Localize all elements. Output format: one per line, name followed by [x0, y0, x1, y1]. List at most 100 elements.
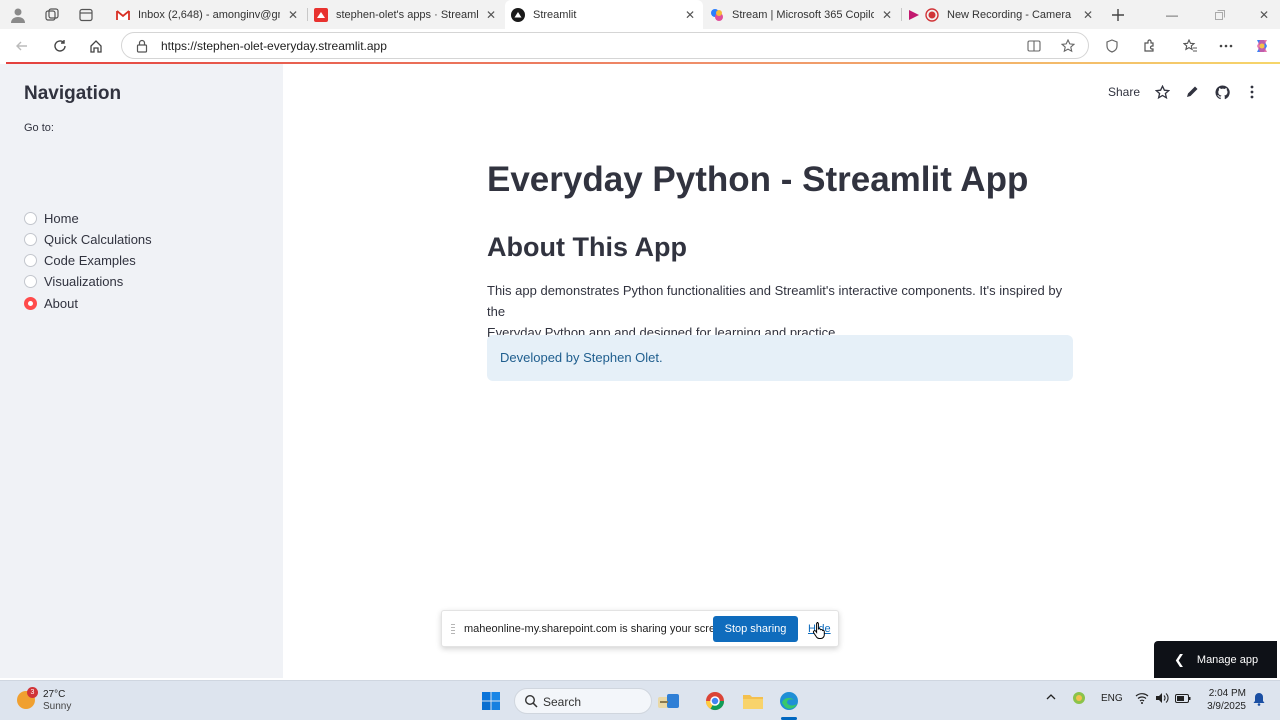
- windows-start-icon[interactable]: [478, 688, 504, 714]
- search-icon: [524, 694, 538, 708]
- minimize-icon[interactable]: —: [1156, 0, 1188, 29]
- home-icon[interactable]: [85, 35, 107, 57]
- tab-title: Streamlit: [533, 8, 577, 21]
- taskbar-search[interactable]: Search: [514, 688, 652, 714]
- nav-option-visualizations[interactable]: Visualizations: [24, 272, 123, 290]
- tab-camera[interactable]: New Recording - Camera ✕: [903, 0, 1101, 29]
- extensions-icon[interactable]: [1138, 35, 1160, 57]
- hand-cursor-icon: [812, 622, 825, 639]
- file-explorer-icon[interactable]: [740, 688, 766, 714]
- weather-temp: 27°C: [43, 689, 66, 700]
- app-toolbar: Share: [1108, 81, 1260, 103]
- main-content: Share Everyday Python - Streamlit App Ab…: [283, 64, 1280, 678]
- sidebar-title: Navigation: [24, 83, 122, 104]
- close-tab-icon[interactable]: ✕: [484, 8, 498, 22]
- manage-app-label: Manage app: [1196, 653, 1259, 666]
- nav-option-quick-calculations[interactable]: Quick Calculations: [24, 230, 152, 248]
- language-indicator[interactable]: ENG: [1101, 693, 1123, 704]
- nav-option-label: Home: [44, 210, 79, 226]
- nav-option-about[interactable]: About: [24, 294, 78, 312]
- tab-streamlit-apps[interactable]: stephen-olet's apps · Streamlit ✕: [308, 0, 504, 29]
- refresh-icon[interactable]: [49, 35, 71, 57]
- radio-button[interactable]: [24, 232, 37, 246]
- streamlit-apps-icon: [314, 7, 328, 22]
- tab-streamlit[interactable]: Streamlit ✕: [505, 0, 703, 29]
- recording-icon: [925, 7, 939, 22]
- restore-icon[interactable]: [1204, 0, 1236, 29]
- volume-icon[interactable]: [1155, 692, 1169, 707]
- github-icon[interactable]: [1214, 84, 1230, 100]
- screen-share-notification: maheonline-my.sharepoint.com is sharing …: [441, 610, 839, 647]
- radio-button[interactable]: [24, 253, 37, 267]
- widgets-icon[interactable]: [656, 688, 682, 714]
- edit-icon[interactable]: [1184, 84, 1200, 100]
- chrome-icon[interactable]: [702, 688, 728, 714]
- clipchamp-icon: [909, 9, 919, 20]
- workspaces-icon[interactable]: [42, 5, 62, 25]
- back-icon[interactable]: [11, 35, 33, 57]
- tab-separator: [901, 8, 902, 21]
- tab-gmail[interactable]: Inbox (2,648) - amonginv@gmail ✕: [110, 0, 306, 29]
- search-placeholder: Search: [543, 695, 582, 709]
- about-paragraph: This app demonstrates Python functionali…: [487, 280, 1077, 343]
- nav-option-label: Quick Calculations: [44, 231, 152, 247]
- section-heading: About This App: [487, 232, 687, 262]
- tab-stream[interactable]: Stream | Microsoft 365 Copilot ✕: [704, 0, 900, 29]
- info-text: Developed by Stephen Olet.: [500, 350, 663, 365]
- streamlit-icon: [511, 7, 525, 22]
- split-screen-icon[interactable]: [1026, 38, 1042, 54]
- kebab-menu-icon[interactable]: [1244, 84, 1260, 100]
- vertical-tabs-icon[interactable]: [76, 5, 96, 25]
- tray-app-icon[interactable]: [1072, 691, 1086, 708]
- taskbar-clock[interactable]: 2:04 PM 3/9/2025: [1200, 687, 1246, 713]
- lock-icon[interactable]: [136, 39, 148, 53]
- close-tab-icon[interactable]: ✕: [1081, 8, 1095, 22]
- notification-bell-icon[interactable]: [1253, 692, 1265, 709]
- info-callout: Developed by Stephen Olet.: [487, 335, 1073, 381]
- star-icon[interactable]: [1154, 84, 1170, 100]
- close-window-icon[interactable]: ✕: [1248, 0, 1280, 29]
- nav-option-label: Code Examples: [44, 252, 136, 268]
- radio-button-selected[interactable]: [24, 296, 37, 310]
- show-hidden-icons-chevron-up-icon[interactable]: [1046, 693, 1056, 704]
- page-title: Everyday Python - Streamlit App: [487, 160, 1029, 199]
- battery-icon[interactable]: [1175, 694, 1191, 706]
- copilot-icon: [711, 8, 723, 21]
- favorite-star-icon[interactable]: [1060, 38, 1076, 54]
- weather-widget[interactable]: 3 27°C Sunny: [17, 687, 97, 714]
- chevron-left-icon: ❮: [1174, 651, 1185, 667]
- share-message: maheonline-my.sharepoint.com is sharing …: [464, 623, 731, 635]
- manage-app-button[interactable]: ❮ Manage app: [1154, 641, 1277, 678]
- profile-icon[interactable]: [8, 5, 28, 25]
- gmail-icon: [116, 9, 130, 20]
- browser-nav-bar: https://stephen-olet-everyday.streamlit.…: [0, 29, 1280, 62]
- tab-title: Inbox (2,648) - amonginv@gmail: [138, 8, 280, 21]
- radio-button[interactable]: [24, 274, 37, 288]
- weather-alert-badge: 3: [27, 687, 38, 698]
- drag-handle[interactable]: [451, 624, 455, 635]
- address-bar[interactable]: https://stephen-olet-everyday.streamlit.…: [121, 32, 1089, 59]
- radio-button[interactable]: [24, 211, 37, 225]
- shield-icon[interactable]: [1101, 35, 1123, 57]
- tab-title: stephen-olet's apps · Streamlit: [336, 8, 478, 21]
- sidebar: [0, 64, 283, 678]
- url-text[interactable]: https://stephen-olet-everyday.streamlit.…: [161, 39, 387, 53]
- about-text-line: This app demonstrates Python functionali…: [487, 283, 1063, 319]
- close-tab-icon[interactable]: ✕: [286, 8, 300, 22]
- nav-option-home[interactable]: Home: [24, 209, 79, 227]
- stop-sharing-button[interactable]: Stop sharing: [713, 616, 798, 642]
- browser-tab-strip: Inbox (2,648) - amonginv@gmail ✕ stephen…: [0, 0, 1280, 29]
- nav-option-code-examples[interactable]: Code Examples: [24, 251, 136, 269]
- new-tab-icon[interactable]: [1108, 5, 1128, 25]
- clock-date: 3/9/2025: [1207, 701, 1246, 712]
- windows-taskbar: 3 27°C Sunny Search ENG 2:04 PM 3/9/2025: [0, 680, 1280, 720]
- nav-option-label: Visualizations: [44, 273, 124, 289]
- favorites-icon[interactable]: [1179, 35, 1201, 57]
- share-button[interactable]: Share: [1108, 85, 1140, 99]
- more-menu-icon[interactable]: [1215, 35, 1237, 57]
- close-tab-icon[interactable]: ✕: [880, 8, 894, 22]
- edge-icon[interactable]: [776, 688, 802, 714]
- close-tab-icon[interactable]: ✕: [683, 8, 697, 22]
- wifi-icon[interactable]: [1135, 692, 1149, 707]
- copilot-icon[interactable]: [1251, 35, 1273, 57]
